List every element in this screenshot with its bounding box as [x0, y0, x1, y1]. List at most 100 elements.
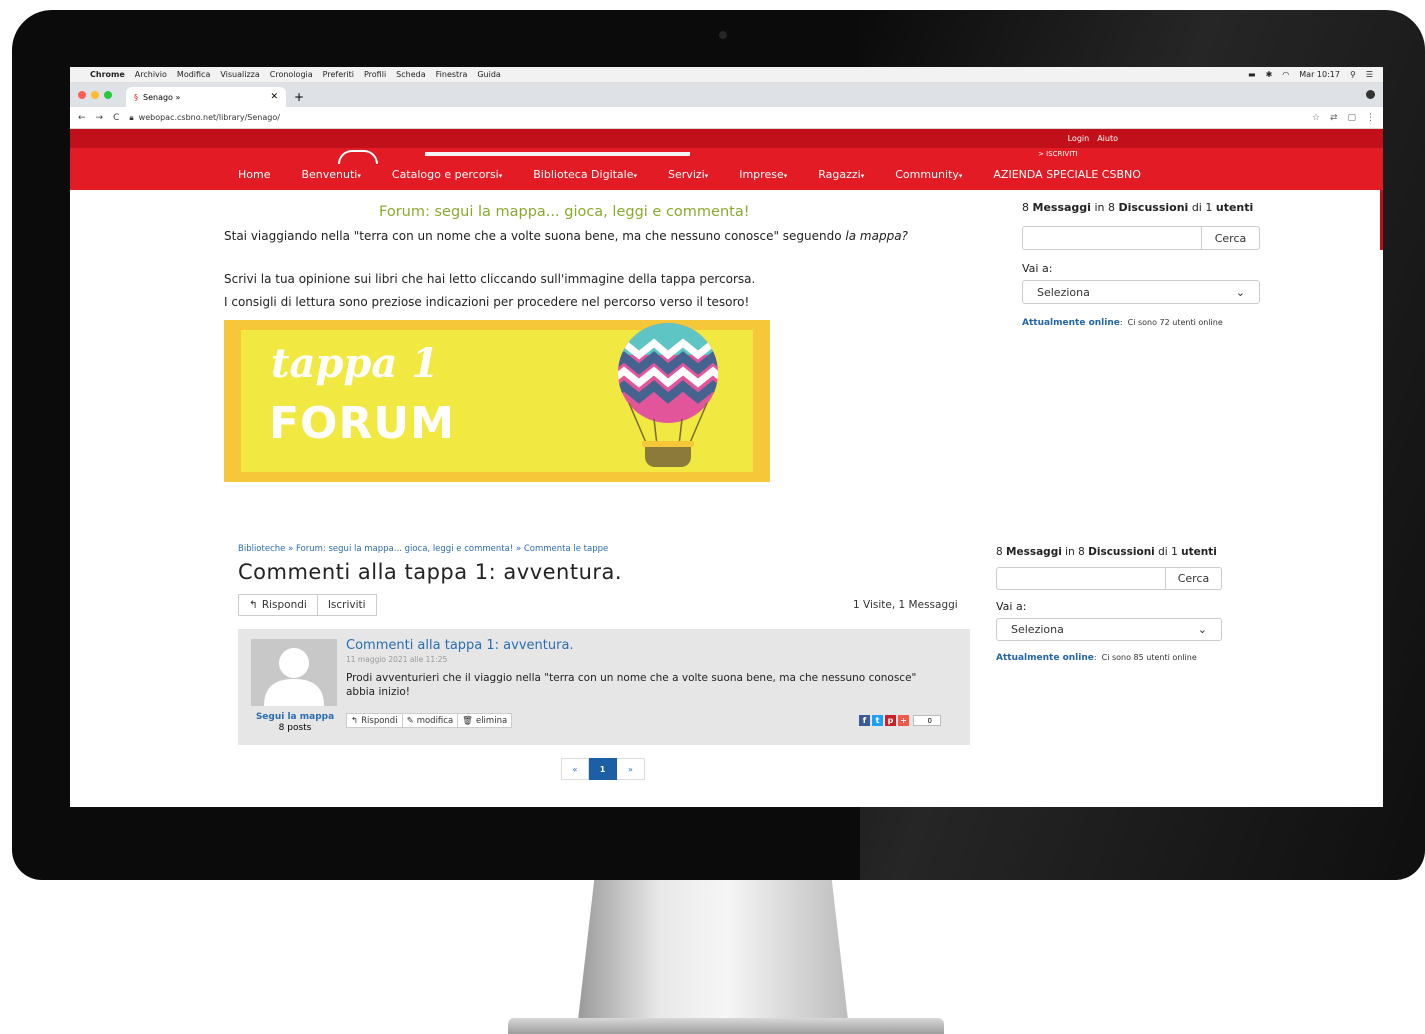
prev-page-button[interactable]: « [561, 758, 589, 780]
post-title[interactable]: Commenti alla tappa 1: avventura. [346, 638, 574, 653]
chevron-down-icon: ▾ [704, 172, 709, 180]
nav-community[interactable]: Community▾ [895, 168, 962, 181]
menu-modifica[interactable]: Modifica [177, 70, 210, 79]
nav-biblioteca-digitale[interactable]: Biblioteca Digitale▾ [533, 168, 637, 181]
login-link[interactable]: Login [1068, 134, 1090, 143]
menu-profili[interactable]: Profili [364, 70, 386, 79]
edit-icon: ✎ [406, 715, 414, 726]
more-menu-icon[interactable]: ⋮ [1366, 113, 1375, 123]
crumb-forum[interactable]: Forum: segui la mappa... gioca, leggi e … [296, 544, 513, 554]
register-link[interactable]: > ISCRIVITI [1038, 150, 1078, 158]
post-body: Prodi avventurieri che il viaggio nella … [346, 672, 917, 698]
toolbar-actions: ☆ ⇄ ▢ ⋮ [1312, 113, 1375, 123]
intro-paragraph-2: Scrivi la tua opinione sui libri che hai… [224, 272, 756, 286]
nav-azienda[interactable]: AZIENDA SPECIALE CSBNO [993, 168, 1140, 181]
post-reply-button[interactable]: ↰ Rispondi [346, 713, 403, 728]
app-menu[interactable]: Chrome [90, 70, 125, 79]
new-tab-icon[interactable]: + [294, 90, 304, 104]
online-users-link[interactable]: Attualmente online [996, 653, 1094, 663]
menu-visualizza[interactable]: Visualizza [220, 70, 259, 79]
translate-icon[interactable]: ⇄ [1330, 113, 1338, 123]
trash-icon: 🗑︎ [462, 715, 473, 726]
next-page-button[interactable]: » [617, 758, 645, 780]
menu-guida[interactable]: Guida [477, 70, 500, 79]
clock[interactable]: Mar 10:17 [1299, 70, 1340, 79]
close-window-button[interactable] [78, 91, 86, 99]
reply-button[interactable]: ↰ Rispondi [238, 594, 318, 616]
site-nav-bar: > ISCRIVITI Home Benvenuti▾ Catalogo e p… [70, 148, 1383, 190]
lock-icon: 🔒︎ [129, 112, 134, 122]
forward-icon[interactable]: → [96, 113, 104, 123]
avatar[interactable] [251, 639, 337, 706]
browser-tab[interactable]: § Senago » ✕ [126, 87, 286, 107]
crumb-biblioteche[interactable]: Biblioteche [238, 544, 285, 554]
crumb-commenta[interactable]: Commenta le tappe [524, 544, 608, 554]
menu-cronologia[interactable]: Cronologia [270, 70, 313, 79]
site-logo-icon[interactable] [338, 150, 378, 164]
intro-paragraph-3: I consigli di lettura sono preziose indi… [224, 295, 750, 309]
forum-search-input[interactable] [1022, 226, 1202, 250]
chevron-down-icon: ⌄ [1197, 623, 1207, 636]
control-center-icon[interactable]: ☰ [1366, 70, 1373, 79]
menu-preferiti[interactable]: Preferiti [323, 70, 354, 79]
site-search-input[interactable] [425, 152, 690, 156]
window-controls [78, 91, 112, 99]
twitter-icon[interactable]: t [872, 715, 883, 726]
close-tab-icon[interactable]: ✕ [270, 92, 278, 102]
nav-benvenuti[interactable]: Benvenuti▾ [301, 168, 360, 181]
chevron-down-icon: ▾ [498, 172, 503, 180]
author-posts: 8 posts [278, 723, 312, 733]
forum-jump-select[interactable]: Seleziona ⌄ [1022, 280, 1260, 304]
pinterest-icon[interactable]: p [885, 715, 896, 726]
subscribe-button[interactable]: Iscriviti [317, 594, 377, 616]
menu-archivio[interactable]: Archivio [135, 70, 167, 79]
nav-home[interactable]: Home [238, 168, 270, 181]
spotlight-icon[interactable]: ⚲ [1350, 70, 1356, 79]
url-text: webopac.csbno.net/library/Senago/ [138, 113, 280, 122]
forum-search-input[interactable] [996, 567, 1166, 590]
forum-jump-select[interactable]: Seleziona ⌄ [996, 618, 1222, 641]
post-edit-button[interactable]: ✎ modifica [402, 713, 459, 728]
address-bar[interactable]: 🔒︎ webopac.csbno.net/library/Senago/ [129, 110, 1301, 126]
nav-catalogo[interactable]: Catalogo e percorsi▾ [392, 168, 502, 181]
intro-paragraph-1: Stai viaggiando nella "terra con un nome… [224, 229, 908, 243]
search-button[interactable]: Cerca [1166, 567, 1222, 590]
help-link[interactable]: Aiuto [1097, 134, 1118, 143]
monitor-stand-base [508, 1018, 944, 1034]
author-link[interactable]: Segui la mappa [252, 712, 338, 723]
screen: Chrome Archivio Modifica Visualizza Cron… [70, 67, 1383, 807]
post-delete-button[interactable]: 🗑︎ elimina [458, 713, 513, 728]
desktop-stage: Chrome Archivio Modifica Visualizza Cron… [0, 0, 1425, 1034]
more-share-icon[interactable]: + [898, 715, 909, 726]
page-1-button[interactable]: 1 [589, 758, 617, 780]
reload-icon[interactable]: C [113, 113, 119, 123]
wifi-icon[interactable]: ◠ [1282, 70, 1289, 79]
post-author: Segui la mappa 8 posts [252, 712, 338, 734]
hot-air-balloon-icon [618, 323, 718, 467]
nav-imprese[interactable]: Imprese▾ [739, 168, 787, 181]
battery-icon[interactable]: ▬ [1248, 70, 1256, 79]
bluetooth-icon[interactable]: ✱ [1266, 70, 1273, 79]
back-icon[interactable]: ← [78, 113, 86, 123]
menu-finestra[interactable]: Finestra [436, 70, 468, 79]
map-link[interactable]: la mappa? [845, 229, 908, 243]
nav-servizi[interactable]: Servizi▾ [668, 168, 708, 181]
topic-actions: ↰ Rispondi Iscriviti [238, 594, 377, 616]
bookmark-star-icon[interactable]: ☆ [1312, 113, 1320, 123]
nav-ragazzi[interactable]: Ragazzi▾ [818, 168, 864, 181]
tappa-1-forum-banner[interactable]: tappa 1 FORUM [224, 320, 770, 482]
reply-icon: ↰ [249, 599, 258, 611]
minimize-window-button[interactable] [91, 91, 99, 99]
forum-intro-section: Forum: segui la mappa... gioca, leggi e … [70, 190, 1383, 485]
zoom-window-button[interactable] [104, 91, 112, 99]
browser-toolbar: ← → C 🔒︎ webopac.csbno.net/library/Senag… [70, 107, 1383, 129]
profile-icon[interactable] [1366, 90, 1375, 99]
tab-title: Senago » [143, 92, 181, 102]
chevron-down-icon: ▾ [958, 172, 963, 180]
facebook-icon[interactable]: f [859, 715, 870, 726]
extensions-icon[interactable]: ▢ [1347, 113, 1356, 123]
side-red-strip [1380, 190, 1383, 250]
menu-scheda[interactable]: Scheda [396, 70, 425, 79]
search-button[interactable]: Cerca [1202, 226, 1260, 250]
online-users-link[interactable]: Attualmente online [1022, 318, 1120, 328]
